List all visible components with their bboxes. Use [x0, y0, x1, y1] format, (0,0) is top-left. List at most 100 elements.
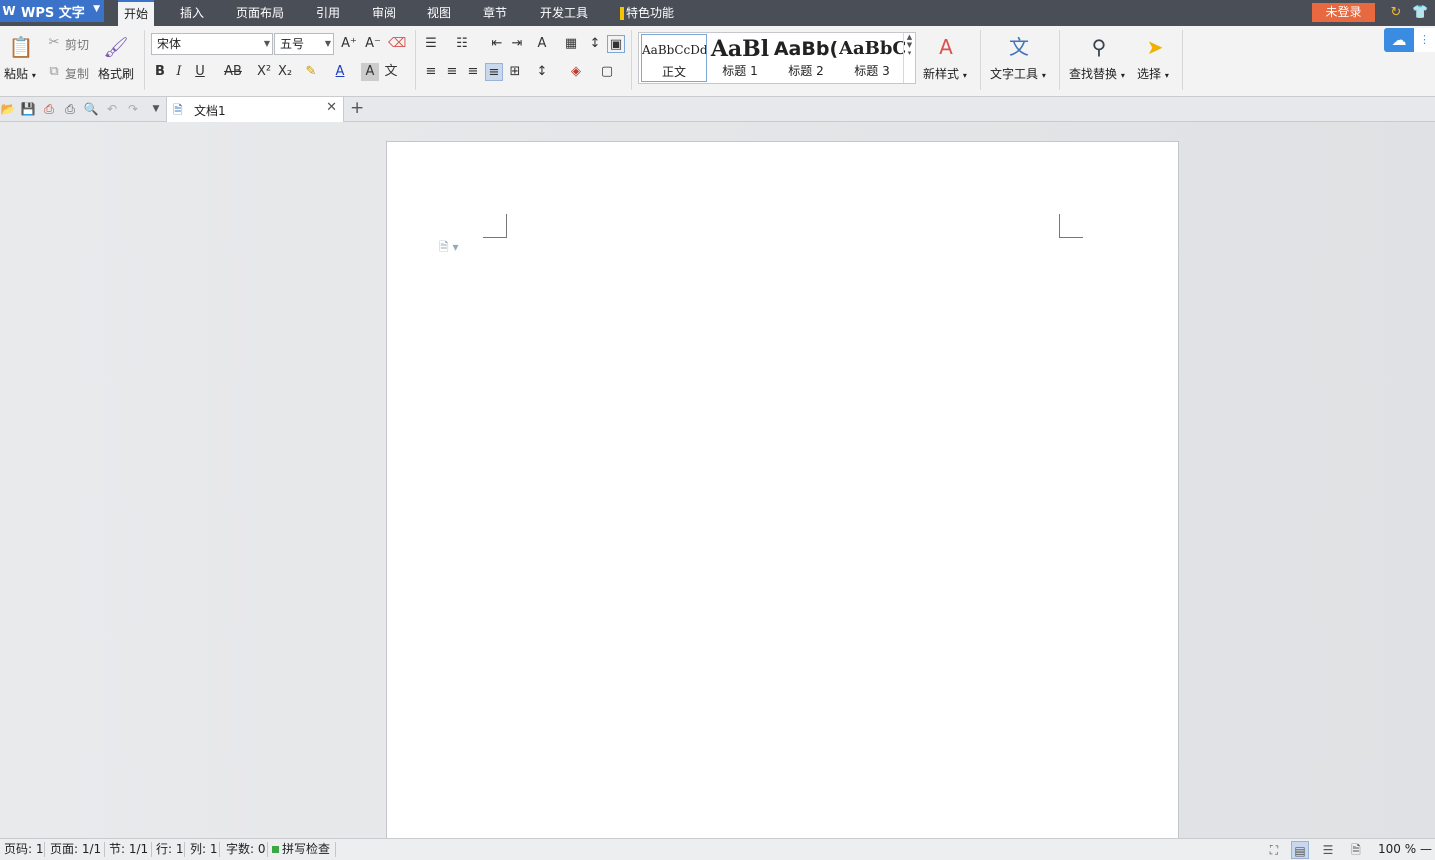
status-page[interactable]: 页面: 1/1	[50, 839, 101, 860]
styles-scroll[interactable]: ▲ ▼ ▾	[903, 33, 915, 83]
text-tools-icon[interactable]: 文	[1005, 34, 1033, 60]
print-icon[interactable]: ⎙	[62, 101, 78, 117]
font-size-combo[interactable]: 五号 ▼	[274, 33, 334, 55]
new-style-button[interactable]: 新样式 ▾	[923, 65, 967, 82]
italic-icon[interactable]: I	[170, 63, 188, 81]
bold-icon[interactable]: B	[151, 63, 169, 81]
tab-special-features[interactable]: 特色功能	[614, 0, 680, 26]
style-sample: AaBbC	[839, 38, 905, 59]
style-sample: AaBbCcDd	[642, 43, 706, 57]
print-preview-icon[interactable]: 🔍	[83, 101, 99, 117]
borders-icon[interactable]: ▢	[598, 63, 616, 81]
document-page[interactable]: 🗎 ▾	[386, 141, 1179, 838]
tab-developer[interactable]: 开发工具	[534, 0, 594, 26]
superscript-icon[interactable]: X²	[255, 63, 273, 81]
clear-format-icon[interactable]: ⌫	[388, 35, 406, 53]
paste-button[interactable]: 粘贴 ▾	[4, 65, 36, 82]
document-tab[interactable]: 🗎 文档1 ✕	[166, 97, 344, 122]
copy-icon[interactable]: ⧉	[45, 63, 63, 81]
shading-fill-icon[interactable]: ◈	[567, 63, 585, 81]
tab-chapter[interactable]: 章节	[477, 0, 513, 26]
increase-indent-icon[interactable]: ⇥	[508, 35, 526, 53]
new-tab-button[interactable]: +	[350, 98, 364, 118]
style-normal[interactable]: AaBbCcDd 正文	[641, 34, 707, 82]
document-icon: 🗎	[173, 103, 183, 117]
cloud-side-tab[interactable]: ⋮	[1414, 28, 1435, 52]
close-icon[interactable]: ✕	[326, 100, 337, 115]
line-spacing-icon[interactable]: ↕	[533, 63, 551, 81]
cursor-select-icon[interactable]: ➤	[1141, 34, 1169, 60]
chevron-down-icon: ▾	[1164, 71, 1169, 80]
zoom-level[interactable]: 100 %	[1378, 839, 1416, 860]
style-name: 正文	[661, 65, 686, 79]
text-tools-button[interactable]: 文字工具 ▾	[990, 65, 1046, 82]
show-marks-icon[interactable]: ▣	[607, 35, 625, 53]
outline-view-icon[interactable]: ☰	[1319, 841, 1337, 859]
app-menu-button[interactable]: W WPS 文字 ▼	[0, 0, 104, 22]
style-heading-3[interactable]: AaBbC 标题 3	[839, 34, 905, 82]
subscript-icon[interactable]: X₂	[276, 63, 294, 81]
format-painter-icon[interactable]: 🖌	[102, 34, 130, 60]
grow-font-icon[interactable]: A⁺	[340, 35, 358, 53]
zoom-out-button[interactable]: —	[1420, 839, 1432, 860]
status-word-count[interactable]: 字数: 0	[226, 839, 266, 860]
customize-quickbar-icon[interactable]: ▼	[148, 101, 164, 117]
font-color-icon[interactable]: A	[331, 63, 349, 81]
undo-icon[interactable]: ↶	[104, 101, 120, 117]
binoculars-icon[interactable]: ⚲	[1085, 34, 1113, 60]
char-shading-icon[interactable]: A	[361, 63, 379, 81]
cut-icon[interactable]: ✂	[45, 34, 63, 52]
cloud-icon[interactable]: ☁	[1384, 28, 1414, 52]
text-direction-icon[interactable]: A	[533, 35, 551, 53]
fullscreen-view-icon[interactable]: ⛶	[1265, 841, 1283, 859]
new-style-label: 新样式	[923, 67, 960, 81]
copy-button[interactable]: 复制	[65, 65, 89, 82]
format-painter-button[interactable]: 格式刷	[98, 65, 134, 82]
distribute-icon[interactable]: ⊞	[506, 63, 524, 81]
numbered-list-icon[interactable]: ☷	[453, 35, 471, 53]
strikethrough-icon[interactable]: AB	[222, 63, 244, 81]
style-heading-2[interactable]: AaBb( 标题 2	[773, 34, 839, 82]
find-replace-button[interactable]: 查找替换 ▾	[1069, 65, 1125, 82]
refresh-icon[interactable]: ↻	[1388, 5, 1404, 21]
tab-view[interactable]: 视图	[421, 0, 457, 26]
style-heading-1[interactable]: AaBl 标题 1	[707, 34, 773, 82]
table-icon[interactable]: ▦	[562, 35, 580, 53]
save-icon[interactable]: 💾	[20, 101, 36, 117]
tab-review[interactable]: 审阅	[366, 0, 402, 26]
style-name: 标题 2	[788, 64, 824, 78]
tab-page-layout[interactable]: 页面布局	[230, 0, 290, 26]
phonetic-guide-icon[interactable]: 文	[382, 63, 400, 81]
align-center-icon[interactable]: ≡	[443, 63, 461, 81]
select-button[interactable]: 选择 ▾	[1137, 65, 1169, 82]
open-folder-icon[interactable]: 📂	[0, 101, 16, 117]
group-separator	[980, 30, 981, 90]
web-view-icon[interactable]: 🗎	[1347, 841, 1365, 859]
chevron-down-icon: ▼	[263, 39, 270, 48]
shrink-font-icon[interactable]: A⁻	[364, 35, 382, 53]
align-right-icon[interactable]: ≡	[464, 63, 482, 81]
redo-icon[interactable]: ↷	[125, 101, 141, 117]
justify-icon[interactable]: ≡	[485, 63, 503, 81]
login-button[interactable]: 未登录	[1312, 3, 1375, 22]
paste-icon[interactable]: 📋	[7, 34, 35, 60]
tab-insert[interactable]: 插入	[174, 0, 210, 26]
page-view-icon[interactable]: ▤	[1291, 841, 1309, 859]
chevron-down-icon: ▾	[1120, 71, 1125, 80]
export-pdf-icon[interactable]: ⎙	[41, 101, 57, 117]
new-style-icon[interactable]: A	[932, 34, 960, 60]
tab-home[interactable]: 开始	[118, 0, 155, 26]
font-name-combo[interactable]: 宋体 ▼	[151, 33, 273, 55]
underline-icon[interactable]: U	[191, 63, 209, 81]
style-name: 标题 3	[854, 64, 890, 78]
sort-icon[interactable]: ↕	[586, 35, 604, 53]
bullet-list-icon[interactable]: ☰	[422, 35, 440, 53]
align-left-icon[interactable]: ≡	[422, 63, 440, 81]
tab-references[interactable]: 引用	[310, 0, 346, 26]
decrease-indent-icon[interactable]: ⇤	[488, 35, 506, 53]
spell-check-button[interactable]: 拼写检查	[272, 839, 330, 860]
cut-button[interactable]: 剪切	[65, 36, 89, 53]
skin-shirt-icon[interactable]: 👕	[1412, 5, 1428, 21]
highlight-icon[interactable]: ✎	[302, 63, 320, 81]
paragraph-options-icon[interactable]: 🗎 ▾	[439, 238, 459, 259]
